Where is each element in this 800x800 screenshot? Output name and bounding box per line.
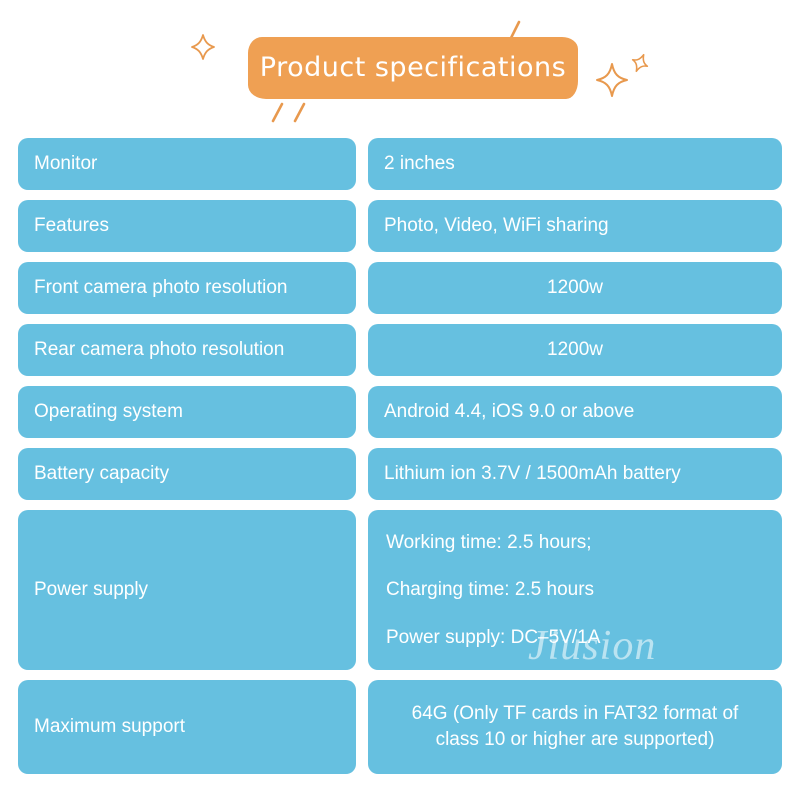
specifications-table: Monitor 2 inches Features Photo, Video, … xyxy=(18,138,782,784)
four-point-star-right-icon xyxy=(595,62,629,98)
spec-value-maximum-support: 64G (Only TF cards in FAT32 format of cl… xyxy=(368,680,782,774)
table-row: Rear camera photo resolution 1200w xyxy=(18,324,782,376)
table-row: Operating system Android 4.4, iOS 9.0 or… xyxy=(18,386,782,438)
table-row: Power supply Working time: 2.5 hours; Ch… xyxy=(18,510,782,670)
page-title: Product specifications xyxy=(259,51,567,83)
tick-strokes-bottom-left-icon xyxy=(270,101,320,127)
diamond-outline-left-icon xyxy=(190,33,216,61)
spec-label-rear-camera-resolution: Rear camera photo resolution xyxy=(18,324,356,376)
spec-label-operating-system: Operating system xyxy=(18,386,356,438)
spec-label-power-supply: Power supply xyxy=(18,510,356,670)
table-row: Battery capacity Lithium ion 3.7V / 1500… xyxy=(18,448,782,500)
spec-value-power-supply: Working time: 2.5 hours; Charging time: … xyxy=(368,510,782,670)
spec-value-features: Photo, Video, WiFi sharing xyxy=(368,200,782,252)
title-area: Product specifications xyxy=(0,0,800,128)
spec-label-features: Features xyxy=(18,200,356,252)
power-supply-input: Power supply: DC–5V/1A xyxy=(386,626,601,648)
table-row: Monitor 2 inches xyxy=(18,138,782,190)
power-supply-charging-time: Charging time: 2.5 hours xyxy=(386,579,595,601)
spec-label-maximum-support: Maximum support xyxy=(18,680,356,774)
spec-value-front-camera-resolution: 1200w xyxy=(368,262,782,314)
maximum-support-text: 64G (Only TF cards in FAT32 format of cl… xyxy=(411,703,739,750)
title-banner: Product specifications xyxy=(248,37,578,99)
power-supply-working-time: Working time: 2.5 hours; xyxy=(386,531,592,553)
small-diamond-outline-right-icon xyxy=(630,52,650,74)
table-row: Front camera photo resolution 1200w xyxy=(18,262,782,314)
product-spec-page: Product specifications Monitor 2 inches … xyxy=(0,0,800,800)
spec-value-battery-capacity: Lithium ion 3.7V / 1500mAh battery xyxy=(368,448,782,500)
spec-value-rear-camera-resolution: 1200w xyxy=(368,324,782,376)
spec-value-operating-system: Android 4.4, iOS 9.0 or above xyxy=(368,386,782,438)
spec-label-battery-capacity: Battery capacity xyxy=(18,448,356,500)
spec-label-monitor: Monitor xyxy=(18,138,356,190)
table-row: Maximum support 64G (Only TF cards in FA… xyxy=(18,680,782,774)
table-row: Features Photo, Video, WiFi sharing xyxy=(18,200,782,252)
spec-value-monitor: 2 inches xyxy=(368,138,782,190)
spec-label-front-camera-resolution: Front camera photo resolution xyxy=(18,262,356,314)
